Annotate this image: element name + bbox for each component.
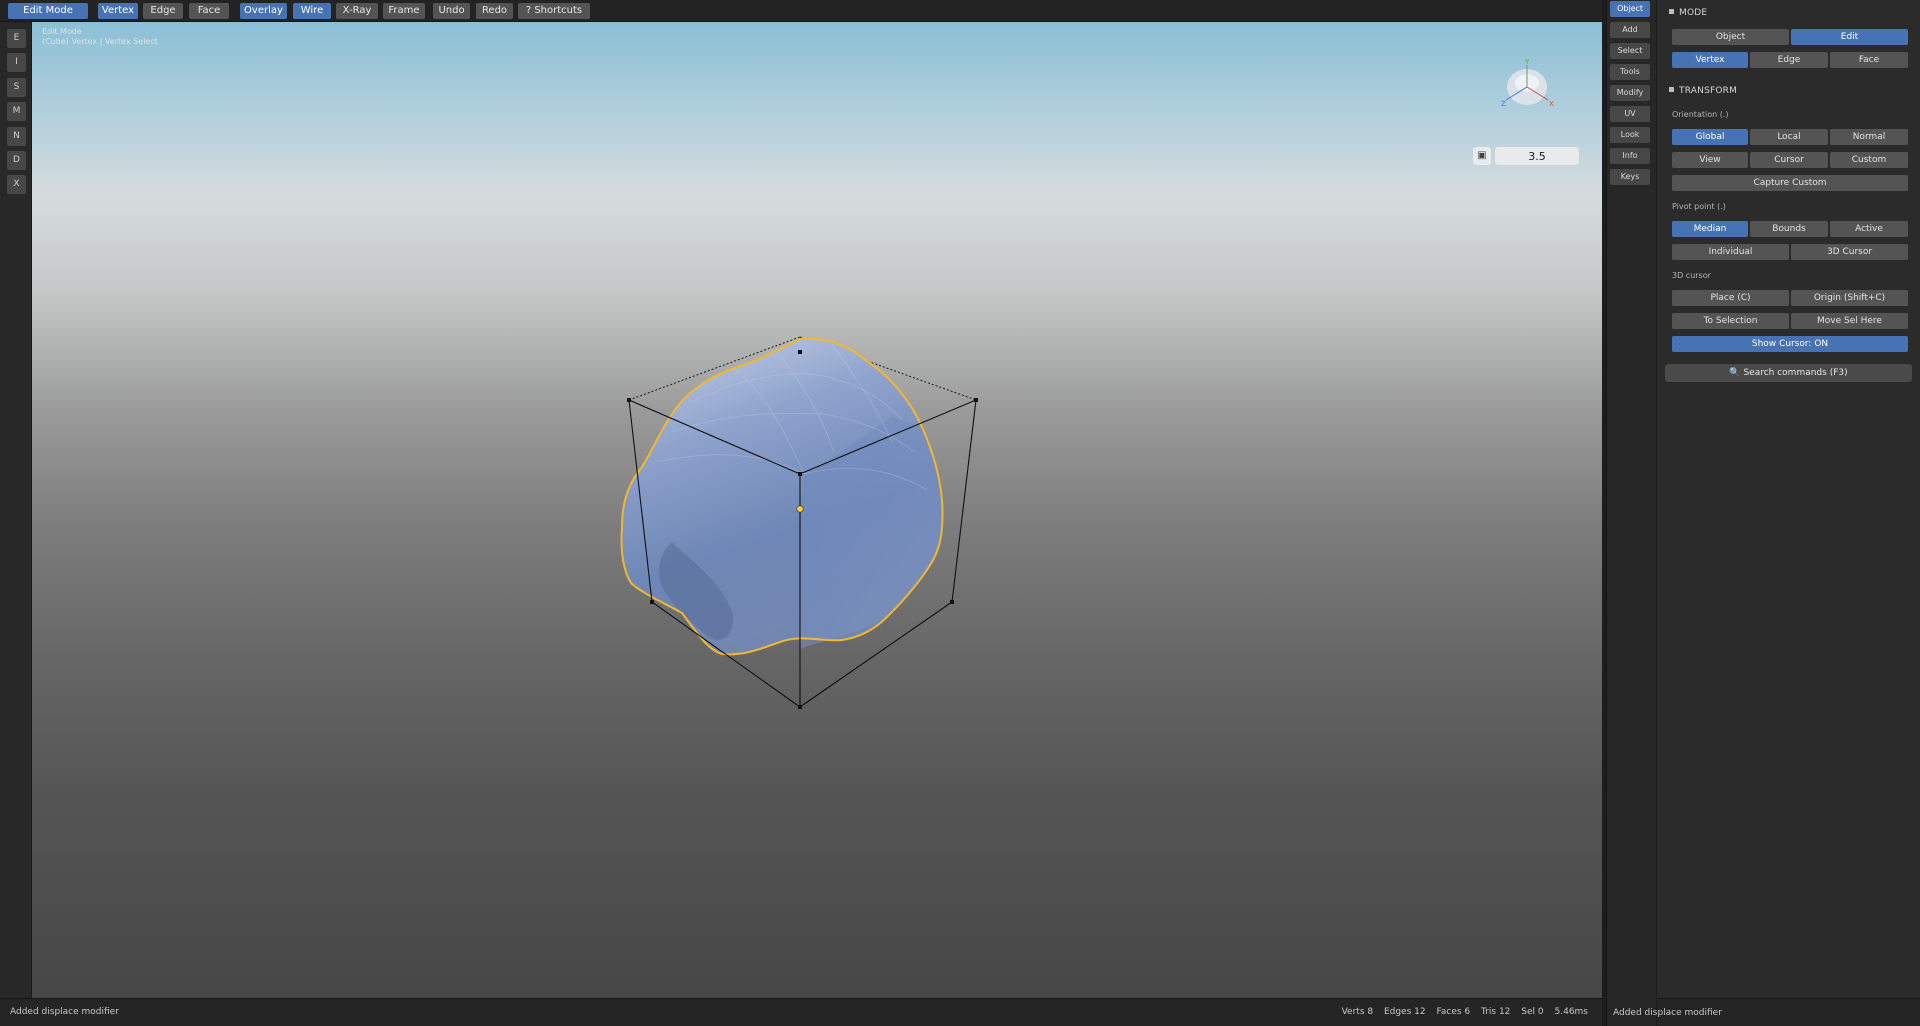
vertex-select-button[interactable]: Vertex xyxy=(98,3,138,19)
pivot-3d-cursor-button[interactable]: 3D Cursor xyxy=(1791,244,1908,260)
object-mode-button[interactable]: Object xyxy=(1672,29,1789,45)
camera-icon[interactable]: ▣ xyxy=(1473,147,1491,165)
tool-x-button[interactable]: X xyxy=(7,175,26,194)
vertex-handle[interactable] xyxy=(950,600,954,604)
vertex-handle[interactable] xyxy=(650,600,654,604)
search-icon: 🔍 xyxy=(1729,368,1744,378)
pivot-active-button[interactable]: Active xyxy=(1830,221,1908,237)
gizmo-x-label[interactable]: X xyxy=(1549,100,1554,108)
gizmo-z-label[interactable]: Z xyxy=(1501,100,1506,108)
tab-tools[interactable]: Tools xyxy=(1610,64,1650,80)
orientation-label: Orientation (.) xyxy=(1672,110,1729,119)
capture-custom-button[interactable]: Capture Custom xyxy=(1672,175,1908,191)
tool-delete-button[interactable]: D xyxy=(7,151,26,170)
pivot-individual-button[interactable]: Individual xyxy=(1672,244,1789,260)
3d-viewport[interactable]: Edit Mode (Cube) Vertex | Vertex Select xyxy=(32,22,1602,998)
panel-status-bar: Added displace modifier xyxy=(1613,998,1920,1026)
orientation-global-button[interactable]: Global xyxy=(1672,129,1748,145)
xray-toggle[interactable]: X-Ray xyxy=(336,3,378,19)
search-commands-button[interactable]: 🔍 Search commands (F3) xyxy=(1665,364,1912,382)
tool-n-button[interactable]: N xyxy=(7,127,26,146)
vertex-mode-panel-button[interactable]: Vertex xyxy=(1672,52,1748,68)
stat-faces: Faces 6 xyxy=(1436,1007,1471,1017)
move-selection-here-button[interactable]: Move Sel Here xyxy=(1791,313,1908,329)
face-mode-panel-button[interactable]: Face xyxy=(1830,52,1908,68)
tab-info[interactable]: Info xyxy=(1610,148,1650,164)
stat-edges: Edges 12 xyxy=(1383,1007,1426,1017)
stat-tris: Tris 12 xyxy=(1481,1007,1511,1017)
mesh-stats: Verts 8 Edges 12 Faces 6 Tris 12 Sel 0 5… xyxy=(1334,1007,1588,1017)
panel-status-message: Added displace modifier xyxy=(1613,1008,1722,1018)
tab-object[interactable]: Object xyxy=(1610,1,1650,17)
stat-time: 5.46ms xyxy=(1554,1007,1589,1017)
tool-merge-button[interactable]: M xyxy=(7,102,26,121)
tool-scale-button[interactable]: S xyxy=(7,78,26,97)
zoom-control: ▣ xyxy=(1473,147,1581,165)
vertex-handle[interactable] xyxy=(974,398,978,402)
gizmo-y-label[interactable]: Y xyxy=(1524,58,1530,66)
left-tool-column: E I S M N D X xyxy=(0,22,32,998)
search-commands-label: Search commands (F3) xyxy=(1743,368,1848,378)
vertex-handle[interactable] xyxy=(798,472,802,476)
face-select-button[interactable]: Face xyxy=(189,3,229,19)
wire-toggle[interactable]: Wire xyxy=(293,3,331,19)
pivot-median-button[interactable]: Median xyxy=(1672,221,1748,237)
orientation-normal-button[interactable]: Normal xyxy=(1830,129,1908,145)
scene-canvas[interactable] xyxy=(32,22,1602,998)
cursor-to-origin-button[interactable]: Origin (Shift+C) xyxy=(1791,290,1908,306)
stat-sel: Sel 0 xyxy=(1521,1007,1544,1017)
edit-mode-button[interactable]: Edit Mode xyxy=(8,3,88,19)
orientation-view-button[interactable]: View xyxy=(1672,152,1748,168)
transform-section-title[interactable]: TRANSFORM xyxy=(1669,86,1737,96)
top-toolbar: Edit Mode Vertex Edge Face Overlay Wire … xyxy=(0,0,1602,22)
tool-inset-button[interactable]: I xyxy=(7,53,26,72)
tab-select[interactable]: Select xyxy=(1610,43,1650,59)
tab-look[interactable]: Look xyxy=(1610,127,1650,143)
app-root: Edit Mode Vertex Edge Face Overlay Wire … xyxy=(0,0,1920,1026)
zoom-value-input[interactable] xyxy=(1495,147,1579,165)
navigation-gizmo[interactable]: Y X Z xyxy=(1492,57,1562,117)
mode-section-title[interactable]: MODE xyxy=(1669,8,1707,18)
status-bar: Added displace modifier Verts 8 Edges 12… xyxy=(0,998,1602,1026)
pivot-bounds-button[interactable]: Bounds xyxy=(1750,221,1828,237)
tab-keys[interactable]: Keys xyxy=(1610,169,1650,185)
properties-panel: MODE Object Edit Vertex Edge Face TRANSF… xyxy=(1613,0,1920,1026)
orientation-local-button[interactable]: Local xyxy=(1750,129,1828,145)
panel-tab-column: Object Add Select Tools Modify UV Look I… xyxy=(1606,0,1656,1026)
tab-modify[interactable]: Modify xyxy=(1610,85,1650,101)
status-message: Added displace modifier xyxy=(10,1007,119,1017)
origin-point xyxy=(796,505,804,513)
cursor-to-selection-button[interactable]: To Selection xyxy=(1672,313,1789,329)
tab-uv[interactable]: UV xyxy=(1610,106,1650,122)
place-cursor-button[interactable]: Place (C) xyxy=(1672,290,1789,306)
orientation-cursor-button[interactable]: Cursor xyxy=(1750,152,1828,168)
3d-cursor-label: 3D cursor xyxy=(1672,271,1711,280)
show-cursor-toggle[interactable]: Show Cursor: ON xyxy=(1672,336,1908,352)
vertex-handle[interactable] xyxy=(627,398,631,402)
tool-extrude-button[interactable]: E xyxy=(7,29,26,48)
pivot-point-label: Pivot point (.) xyxy=(1672,202,1726,211)
edit-mode-panel-button[interactable]: Edit xyxy=(1791,29,1908,45)
overlay-toggle[interactable]: Overlay xyxy=(240,3,287,19)
stat-verts: Verts 8 xyxy=(1341,1007,1374,1017)
tab-add[interactable]: Add xyxy=(1610,22,1650,38)
edge-select-button[interactable]: Edge xyxy=(143,3,183,19)
vertex-handle[interactable] xyxy=(798,705,802,709)
shortcuts-button[interactable]: ? Shortcuts xyxy=(518,3,590,19)
orientation-custom-button[interactable]: Custom xyxy=(1830,152,1908,168)
undo-button[interactable]: Undo xyxy=(433,3,470,19)
redo-button[interactable]: Redo xyxy=(476,3,513,19)
frame-button[interactable]: Frame xyxy=(383,3,425,19)
vertex-handle[interactable] xyxy=(798,350,802,354)
edge-mode-panel-button[interactable]: Edge xyxy=(1750,52,1828,68)
